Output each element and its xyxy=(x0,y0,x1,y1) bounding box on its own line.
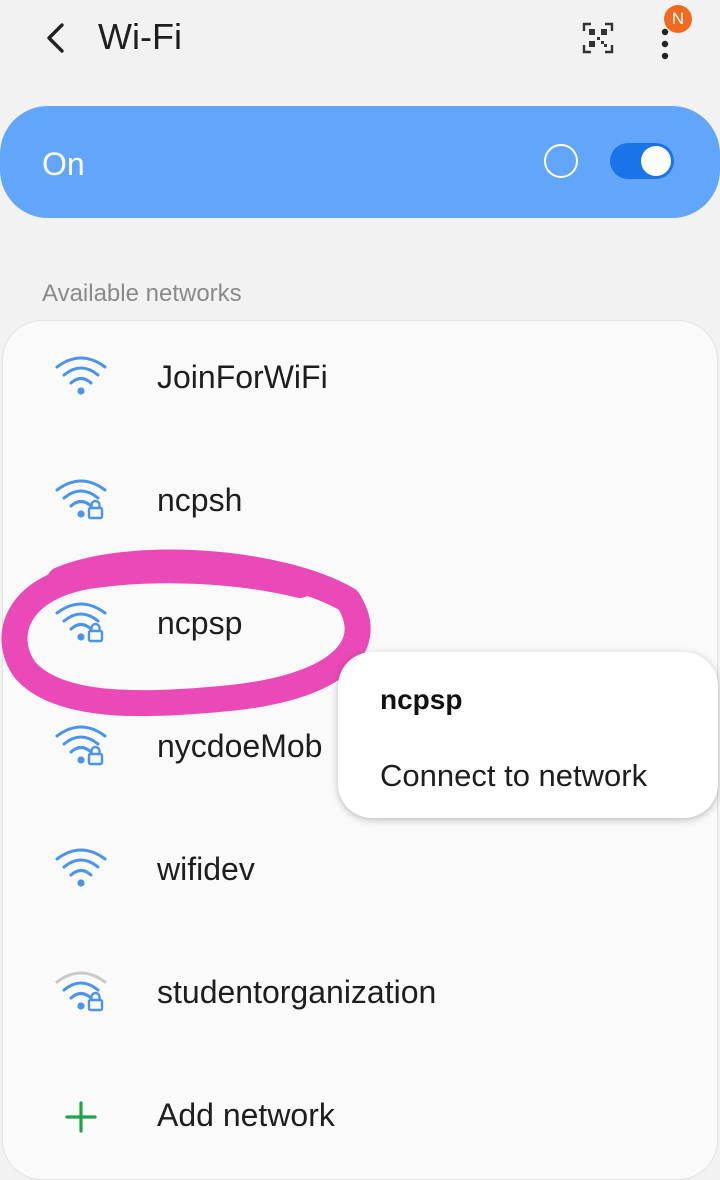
add-network-button[interactable]: Add network xyxy=(3,1067,720,1177)
wifi-icon xyxy=(55,356,107,395)
wifi-icon xyxy=(55,848,107,887)
add-network-label: Add network xyxy=(157,1097,335,1133)
network-context-menu: ncpsp Connect to network xyxy=(338,652,718,818)
qr-code-icon[interactable] xyxy=(578,18,618,58)
network-item-studentorganization[interactable]: studentorganization xyxy=(3,944,720,1054)
network-name: nycdoeMob xyxy=(157,728,323,764)
network-name: studentorganization xyxy=(157,974,437,1010)
network-item-ncpsh[interactable]: ncpsh xyxy=(3,452,720,562)
page-title: Wi-Fi xyxy=(98,16,182,57)
network-name: wifidev xyxy=(157,851,255,887)
network-name: ncpsp xyxy=(157,605,243,641)
back-arrow-icon[interactable] xyxy=(36,18,76,58)
app-bar: Wi-Fi N xyxy=(0,0,720,80)
network-item-wifidev[interactable]: wifidev xyxy=(3,821,720,931)
connect-to-network-button[interactable]: Connect to network xyxy=(380,758,647,794)
wifi-lock-icon xyxy=(55,725,107,766)
status-ring-icon xyxy=(544,144,578,178)
network-item-joinforwifi[interactable]: JoinForWiFi xyxy=(3,329,720,439)
notification-badge: N xyxy=(664,5,692,33)
wifi-lock-icon xyxy=(55,479,107,520)
available-networks-header: Available networks xyxy=(42,280,242,307)
network-name: ncpsh xyxy=(157,482,243,518)
switch-knob xyxy=(641,146,671,176)
wifi-toggle-label: On xyxy=(42,146,85,182)
wifi-lock-icon xyxy=(55,602,107,643)
plus-icon xyxy=(65,1101,97,1133)
network-name: JoinForWiFi xyxy=(157,359,328,395)
wifi-lock-weak-icon xyxy=(55,971,107,1012)
context-menu-title: ncpsp xyxy=(380,684,463,715)
wifi-toggle-switch[interactable] xyxy=(610,143,674,179)
